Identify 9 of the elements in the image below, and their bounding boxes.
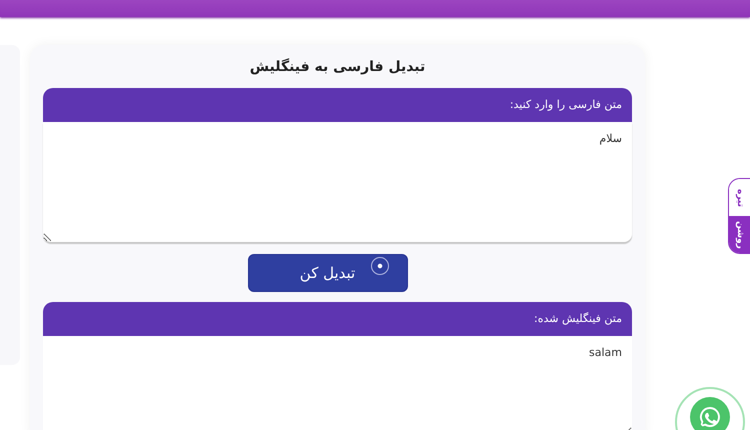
section-header: متن فارسی را وارد کنید: <box>43 88 632 122</box>
section-header: متن فینگلیش شده: <box>43 302 632 336</box>
page-title: تبدیل فارسی به فینگلیش <box>250 59 426 75</box>
persian-text-field[interactable]: سلام <box>43 122 632 242</box>
theme-option[interactable]: روشن <box>729 216 750 253</box>
convert-button[interactable]: تبدیل کن <box>248 254 408 292</box>
ripple-icon <box>370 257 388 275</box>
finglish-output-field[interactable]: salam <box>43 336 632 430</box>
whatsapp-icon <box>690 397 730 430</box>
